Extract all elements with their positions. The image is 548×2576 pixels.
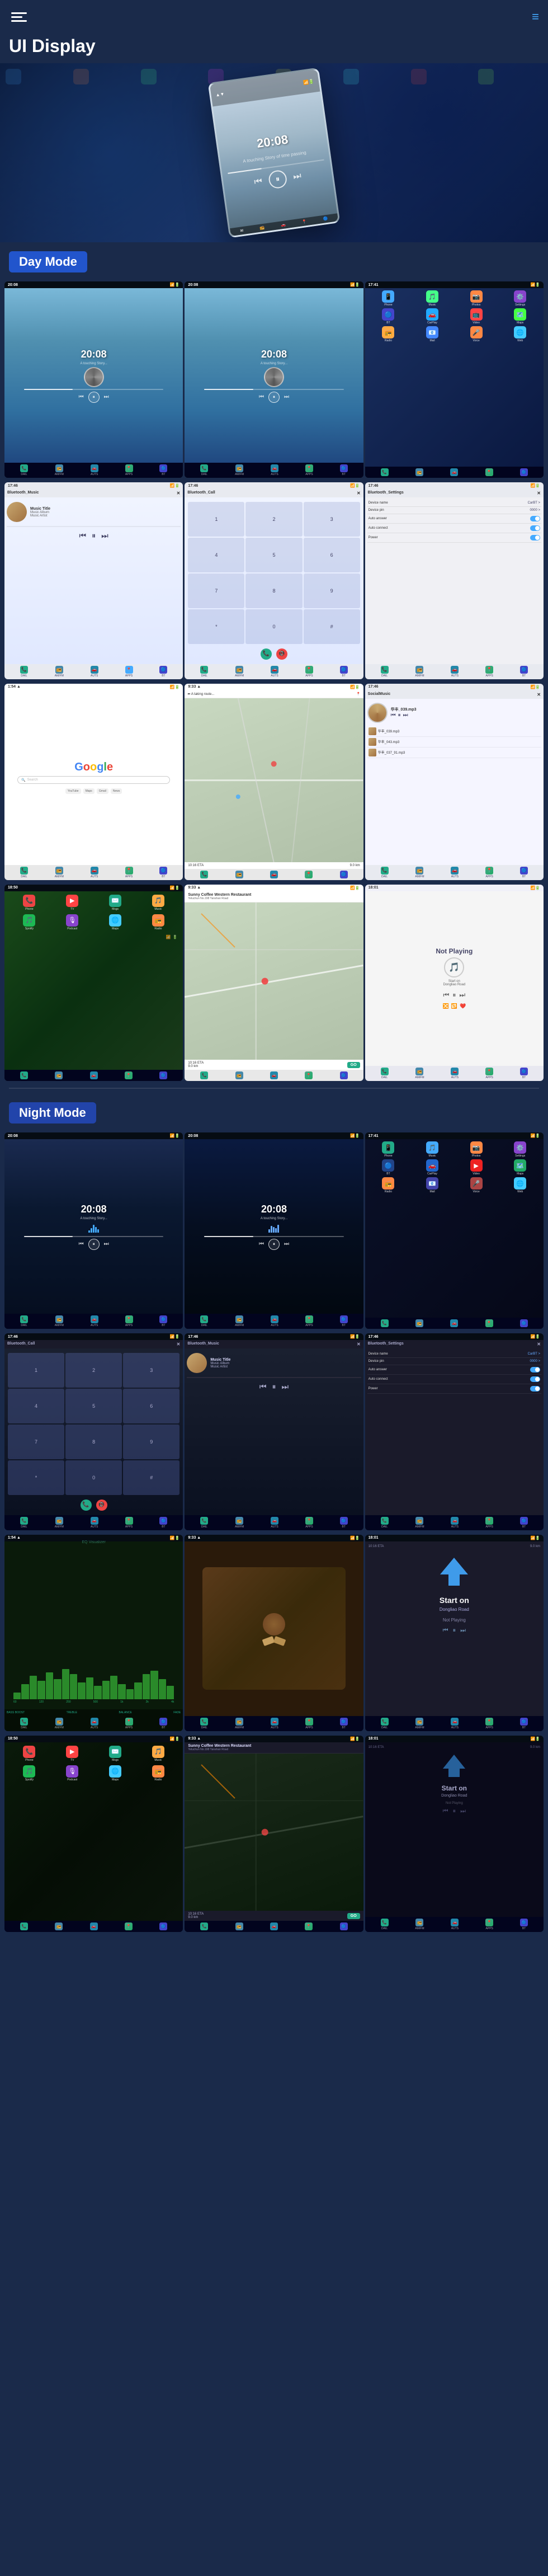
header-left <box>9 7 29 27</box>
night-screen-bt-music: 17:46 📶🔋 Bluetooth_Music ✕ Music Title M… <box>185 1333 363 1530</box>
waveform-bars <box>13 1666 174 1699</box>
night-mode-badge: Night Mode <box>9 1102 96 1124</box>
night-screen-restaurant-map: 9:33 ▲ 📶🔋 Sunny Coffee Western Restauran… <box>185 1736 363 1932</box>
food-image <box>202 1567 345 1690</box>
night-screen-food: 9:33 ▲ 📶🔋 📞DAIL 📻AM/FM <box>185 1535 363 1731</box>
night-mode-header: Night Mode <box>0 1093 548 1130</box>
day-mode-row4: 18:50 📶🔋 📞 Phone ▶ TV ✉️ Msgs <box>0 882 548 1083</box>
night-screen-apps: 17:41 📶🔋 📱Phone 🎵Music 📷Photos ⚙️Setting… <box>365 1132 544 1329</box>
night-mode-row4: 18:50 📶🔋 📞 Phone ▶ TV ✉️ Msgs <box>0 1733 548 1934</box>
album-art-day2 <box>264 367 284 387</box>
night-screen-player1: 20:08 📶🔋 20:08 A touching Story... <box>4 1132 183 1329</box>
night-screen-turn-nav: 18:01 📶🔋 10:16 ETA 9.0 km Start on Dongl… <box>365 1736 544 1932</box>
day-screen-bt-music: 17:46 📶🔋 Bluetooth_Music ✕ Music Title M… <box>4 482 183 679</box>
day-screen-bt-settings: 17:46 📶🔋 Bluetooth_Settings ✕ Device nam… <box>365 482 544 679</box>
hero-section: ▲▼ 📶🔋 20:08 A touching Story of time pas… <box>0 63 548 242</box>
hero-play-btn[interactable]: ⏸ <box>268 169 288 189</box>
night-screen-highway: 18:01 📶🔋 10:16 ETA 9.0 km Start on Dongl… <box>365 1535 544 1731</box>
day-screen-bt-call: 17:46 📶🔋 Bluetooth_Call ✕ 1 2 3 4 5 6 7 … <box>185 482 363 679</box>
day-screen-nav-map: 9:33 ▲ 📶🔋 ⬅ A taking route... 📍 <box>185 684 363 880</box>
go-button-night[interactable]: GO <box>347 1913 360 1919</box>
hero-next-btn[interactable]: ⏭ <box>292 171 302 182</box>
night-mode-row2: 17:46 📶🔋 Bluetooth_Call ✕ 1 2 3 4 5 6 7 … <box>0 1331 548 1532</box>
hero-device: ▲▼ 📶🔋 20:08 A touching Story of time pas… <box>207 67 340 238</box>
day-mode-row2: 17:46 📶🔋 Bluetooth_Music ✕ Music Title M… <box>0 480 548 681</box>
day-screen-ios-apps: 18:50 📶🔋 📞 Phone ▶ TV ✉️ Msgs <box>4 885 183 1081</box>
page-title: UI Display <box>0 34 548 63</box>
day-screen-social-music: 17:46 📶🔋 SocialMusic ✕ 华丰_039.mp3 ⏮ ⏸ ⏭ <box>365 684 544 880</box>
hero-prev-btn[interactable]: ⏮ <box>253 176 263 187</box>
night-screen-bt-settings: 17:46 📶🔋 Bluetooth_Settings ✕ Device nam… <box>365 1333 544 1530</box>
day-screen-google: 1:54 ▲ 📶🔋 Google 🔍Search YouTube Maps Gm… <box>4 684 183 880</box>
day-mode-row1: 20:08 📶🔋 20:08 A touching Story... ⏮ ⏸ ⏭… <box>0 279 548 480</box>
day-screen-player2: 20:08 📶🔋 20:08 A touching Story... ⏮ ⏸ ⏭… <box>185 281 363 478</box>
night-screen-waveform: 1:54 ▲ 📶🔋 EQ Visualizer <box>4 1535 183 1731</box>
hero-controls: ⏮ ⏸ ⏭ <box>253 167 302 191</box>
album-art-day1 <box>84 367 104 387</box>
night-mode-row3: 1:54 ▲ 📶🔋 EQ Visualizer <box>0 1533 548 1733</box>
day-mode-row3: 1:54 ▲ 📶🔋 Google 🔍Search YouTube Maps Gm… <box>0 681 548 882</box>
menu-icon[interactable] <box>9 7 29 27</box>
night-screen-player2: 20:08 📶🔋 20:08 A touching Story... <box>185 1132 363 1329</box>
day-screen-apps: 17:41 📶🔋 📱Phone 🎵Music 📷Photos ⚙️Setting… <box>365 281 544 478</box>
day-mode-badge: Day Mode <box>9 251 87 272</box>
night-mode-row1: 20:08 📶🔋 20:08 A touching Story... <box>0 1130 548 1331</box>
night-screen-bt-call: 17:46 📶🔋 Bluetooth_Call ✕ 1 2 3 4 5 6 7 … <box>4 1333 183 1530</box>
nav-icon[interactable]: ≡ <box>532 10 539 24</box>
google-search-bar[interactable]: 🔍Search <box>17 776 170 784</box>
night-screen-ios-apps: 18:50 📶🔋 📞 Phone ▶ TV ✉️ Msgs <box>4 1736 183 1932</box>
header: ≡ <box>0 0 548 34</box>
day-screen-not-playing: 18:01 📶🔋 Not Playing 🎵 Start onDongliao … <box>365 885 544 1081</box>
day-screen-restaurant-map: 9:33 ▲ 📶🔋 Sunny Coffee Western Restauran… <box>185 885 363 1081</box>
day-mode-header: Day Mode <box>0 242 548 279</box>
go-button[interactable]: GO <box>347 1062 360 1068</box>
day-screen-player1: 20:08 📶🔋 20:08 A touching Story... ⏮ ⏸ ⏭… <box>4 281 183 478</box>
